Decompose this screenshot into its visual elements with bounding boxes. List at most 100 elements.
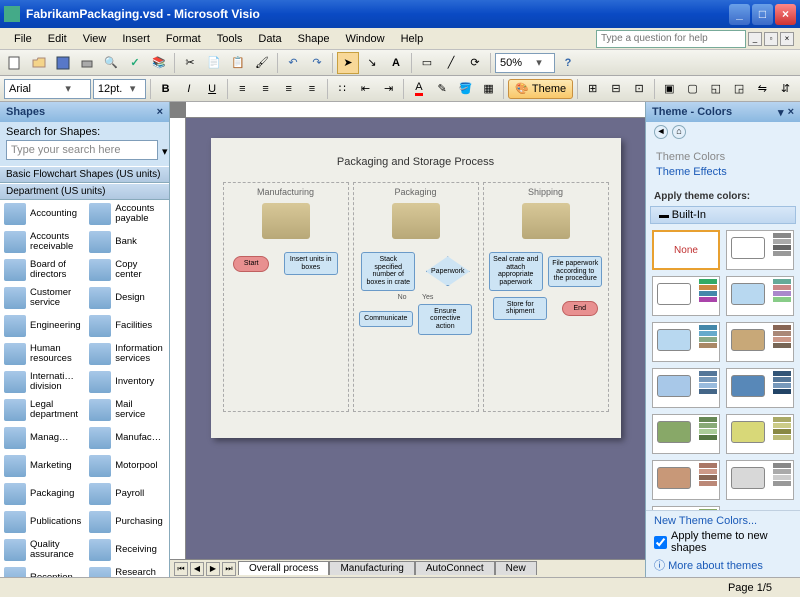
drawing-page-area[interactable]: Packaging and Storage Process Manufactur…	[186, 118, 645, 559]
font-size-combo[interactable]: 12pt.▾	[93, 79, 146, 99]
paste-icon[interactable]: 📋	[227, 52, 249, 74]
page-tab[interactable]: New	[495, 561, 537, 575]
format-painter-icon[interactable]: 🖌	[251, 52, 273, 74]
swimlane[interactable]: ManufacturingStartInsert units in boxes	[223, 182, 349, 412]
align-shapes-icon[interactable]: ⊞	[582, 78, 603, 100]
menu-shape[interactable]: Shape	[290, 31, 338, 47]
shapes-close-icon[interactable]: ×	[157, 106, 163, 118]
theme-swatch[interactable]	[726, 276, 794, 316]
shape-item[interactable]: Reception	[0, 564, 85, 577]
shape-item[interactable]: Inventory	[85, 368, 169, 396]
menu-data[interactable]: Data	[250, 31, 289, 47]
group-icon[interactable]: ▣	[659, 78, 680, 100]
shape-item[interactable]: Accounting	[0, 200, 85, 228]
flowchart-box[interactable]: File paperwork according to the procedur…	[548, 256, 602, 287]
swimlane[interactable]: PackagingStack specified number of boxes…	[353, 182, 479, 412]
bullets-icon[interactable]: ∷	[332, 78, 353, 100]
connector-tool-icon[interactable]: ↘	[361, 52, 383, 74]
menu-edit[interactable]: Edit	[40, 31, 75, 47]
flowchart-start[interactable]: Start	[233, 256, 269, 272]
shape-item[interactable]: Bank	[85, 228, 169, 256]
page-tab[interactable]: Overall process	[238, 561, 329, 575]
theme-dropdown-icon[interactable]: ▾	[778, 106, 784, 119]
shape-item[interactable]: Design	[85, 284, 169, 312]
flowchart-box[interactable]: Ensure corrective action	[418, 304, 472, 335]
spelling-icon[interactable]: ✓	[124, 52, 146, 74]
redo-icon[interactable]: ↷	[306, 52, 328, 74]
shape-item[interactable]: Customer service	[0, 284, 85, 312]
research-icon[interactable]: 📚	[148, 52, 170, 74]
shape-item[interactable]: Facilities	[85, 312, 169, 340]
flowchart-decision[interactable]: Paperwork verified?	[426, 256, 470, 286]
theme-home-icon[interactable]: ⌂	[672, 125, 686, 139]
minimize-button[interactable]: _	[729, 4, 750, 25]
increase-indent-icon[interactable]: ⇥	[378, 78, 399, 100]
shape-item[interactable]: Copy center	[85, 256, 169, 284]
ungroup-icon[interactable]: ▢	[682, 78, 703, 100]
theme-swatch[interactable]	[726, 368, 794, 408]
underline-icon[interactable]: U	[201, 78, 222, 100]
shape-item[interactable]: Legal department	[0, 396, 85, 424]
new-icon[interactable]	[4, 52, 26, 74]
shape-item[interactable]: Manufac…	[85, 424, 169, 452]
doc-minimize-button[interactable]: _	[748, 32, 762, 46]
tab-first-icon[interactable]: ⏮	[174, 562, 188, 576]
print-preview-icon[interactable]: 🔍	[100, 52, 122, 74]
menu-insert[interactable]: Insert	[114, 31, 158, 47]
maximize-button[interactable]: □	[752, 4, 773, 25]
pointer-tool-icon[interactable]: ➤	[337, 52, 359, 74]
cut-icon[interactable]: ✂	[179, 52, 201, 74]
shape-item[interactable]: Information services	[85, 340, 169, 368]
doc-restore-button[interactable]: ▫	[764, 32, 778, 46]
undo-icon[interactable]: ↶	[282, 52, 304, 74]
decrease-indent-icon[interactable]: ⇤	[355, 78, 376, 100]
font-color-icon[interactable]: A	[408, 78, 429, 100]
drawing-page[interactable]: Packaging and Storage Process Manufactur…	[211, 138, 621, 438]
theme-close-icon[interactable]: ×	[788, 106, 794, 118]
stencil-department[interactable]: Department (US units)	[0, 183, 169, 200]
bring-front-icon[interactable]: ◱	[705, 78, 726, 100]
theme-swatch[interactable]	[652, 460, 720, 500]
distribute-icon[interactable]: ⊟	[605, 78, 626, 100]
align-center-icon[interactable]: ≡	[255, 78, 276, 100]
page-tab[interactable]: AutoConnect	[415, 561, 495, 575]
theme-swatch[interactable]	[652, 506, 720, 510]
shape-item[interactable]: Motorpool	[85, 452, 169, 480]
bold-icon[interactable]: B	[155, 78, 176, 100]
theme-button[interactable]: 🎨Theme	[508, 79, 573, 99]
new-theme-colors-link[interactable]: New Theme Colors...	[654, 515, 792, 527]
shape-item[interactable]: Human resources	[0, 340, 85, 368]
shape-item[interactable]: Quality assurance	[0, 536, 85, 564]
tab-last-icon[interactable]: ⏭	[222, 562, 236, 576]
send-back-icon[interactable]: ◲	[728, 78, 749, 100]
theme-swatch[interactable]	[652, 414, 720, 454]
align-justify-icon[interactable]: ≡	[301, 78, 322, 100]
more-themes-link[interactable]: ⓘ More about themes	[654, 557, 792, 573]
shape-item[interactable]: Packaging	[0, 480, 85, 508]
menu-format[interactable]: Format	[158, 31, 209, 47]
menu-help[interactable]: Help	[393, 31, 432, 47]
page-tab[interactable]: Manufacturing	[329, 561, 414, 575]
shape-item[interactable]: Engineering	[0, 312, 85, 340]
flowchart-box[interactable]: Store for shipment	[493, 297, 547, 320]
theme-effects-link[interactable]: Theme Effects	[656, 166, 790, 178]
shape-item[interactable]: Payroll	[85, 480, 169, 508]
shape-item[interactable]: Accounts payable	[85, 200, 169, 228]
help-icon[interactable]: ?	[557, 52, 579, 74]
help-search-input[interactable]	[596, 30, 746, 48]
shape-item[interactable]: Accounts receivable	[0, 228, 85, 256]
tab-next-icon[interactable]: ▶	[206, 562, 220, 576]
theme-back-icon[interactable]: ◄	[654, 125, 668, 139]
menu-window[interactable]: Window	[337, 31, 392, 47]
shape-item[interactable]: Internati… division	[0, 368, 85, 396]
shape-item[interactable]: Publications	[0, 508, 85, 536]
stencil-basic-flowchart[interactable]: Basic Flowchart Shapes (US units)	[0, 166, 169, 183]
close-button[interactable]: ×	[775, 4, 796, 25]
theme-swatch[interactable]	[726, 322, 794, 362]
shape-item[interactable]: Mail service	[85, 396, 169, 424]
apply-to-new-checkbox[interactable]: Apply theme to new shapes	[654, 530, 792, 554]
menu-file[interactable]: File	[6, 31, 40, 47]
fill-color-icon[interactable]: 🪣	[455, 78, 476, 100]
shape-item[interactable]: Manag…	[0, 424, 85, 452]
shape-item[interactable]: Purchasing	[85, 508, 169, 536]
